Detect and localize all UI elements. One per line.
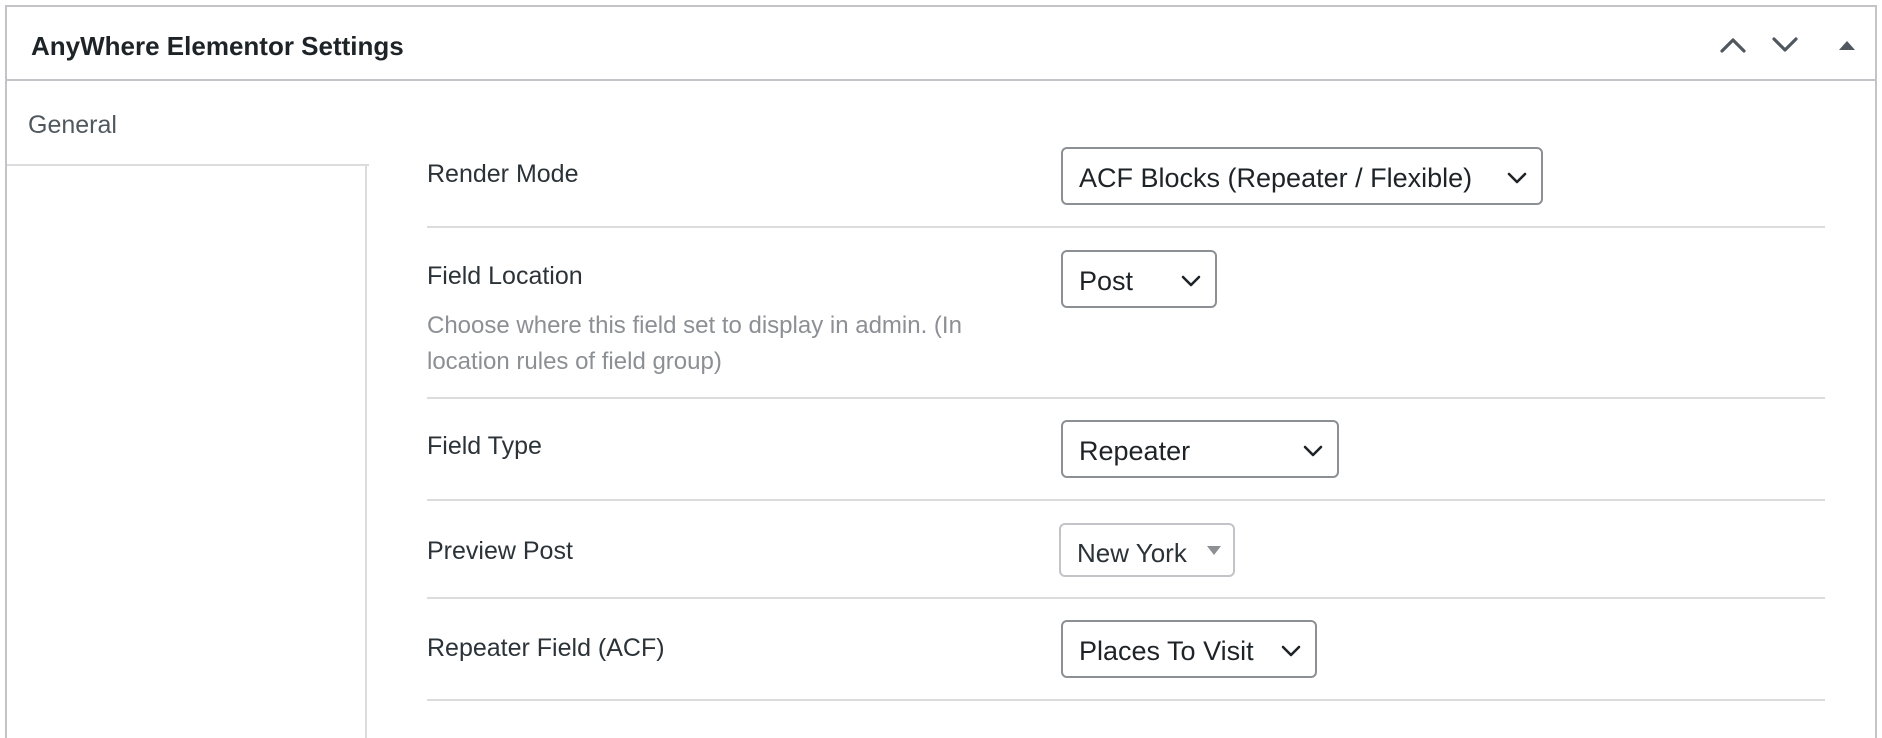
chevron-down-icon — [1181, 274, 1201, 292]
field-type-value: Repeater — [1079, 436, 1191, 466]
preview-post-label: Preview Post — [427, 537, 573, 565]
repeater-field-select[interactable]: Places To Visit — [1061, 620, 1317, 678]
chevron-down-icon — [1303, 444, 1323, 462]
chevron-up-icon — [1719, 36, 1747, 54]
chevron-down-icon — [1507, 171, 1527, 189]
field-row-preview-post: Preview Post New York — [427, 501, 1825, 599]
settings-tabs-sidebar: General — [7, 81, 369, 738]
preview-post-select[interactable]: New York — [1059, 523, 1235, 577]
field-row-field-location: Field Location Choose where this field s… — [427, 228, 1825, 399]
field-type-label: Field Type — [427, 432, 542, 460]
field-location-description: Choose where this field set to display i… — [427, 312, 962, 375]
repeater-field-value: Places To Visit — [1079, 636, 1254, 666]
preview-post-value: New York — [1077, 538, 1187, 568]
render-mode-label: Render Mode — [427, 160, 579, 188]
triangle-up-icon — [1838, 38, 1856, 52]
chevron-down-icon — [1281, 644, 1301, 662]
field-row-repeater-field: Repeater Field (ACF) Places To Visit — [427, 599, 1825, 701]
render-mode-select[interactable]: ACF Blocks (Repeater / Flexible) — [1061, 147, 1543, 205]
tab-general-label: General — [28, 111, 117, 139]
toggle-panel-button[interactable] — [1827, 25, 1867, 65]
render-mode-value: ACF Blocks (Repeater / Flexible) — [1079, 163, 1473, 193]
move-up-button[interactable] — [1713, 25, 1753, 65]
triangle-down-icon — [1207, 546, 1221, 555]
settings-metabox: AnyWhere Elementor Settings General Rend… — [5, 5, 1877, 738]
field-row-field-type: Field Type Repeater — [427, 399, 1825, 501]
field-location-value: Post — [1079, 266, 1134, 296]
metabox-header: AnyWhere Elementor Settings — [7, 7, 1875, 81]
settings-fields: Render Mode ACF Blocks (Repeater / Flexi… — [427, 81, 1825, 701]
metabox-title: AnyWhere Elementor Settings — [31, 31, 404, 61]
field-location-label: Field Location — [427, 262, 583, 290]
field-location-select[interactable]: Post — [1061, 250, 1217, 308]
field-row-render-mode: Render Mode ACF Blocks (Repeater / Flexi… — [427, 81, 1825, 228]
repeater-field-label: Repeater Field (ACF) — [427, 634, 665, 662]
move-down-button[interactable] — [1765, 25, 1805, 65]
chevron-down-icon — [1771, 36, 1799, 54]
field-type-select[interactable]: Repeater — [1061, 420, 1339, 478]
tab-general[interactable]: General — [7, 81, 369, 166]
